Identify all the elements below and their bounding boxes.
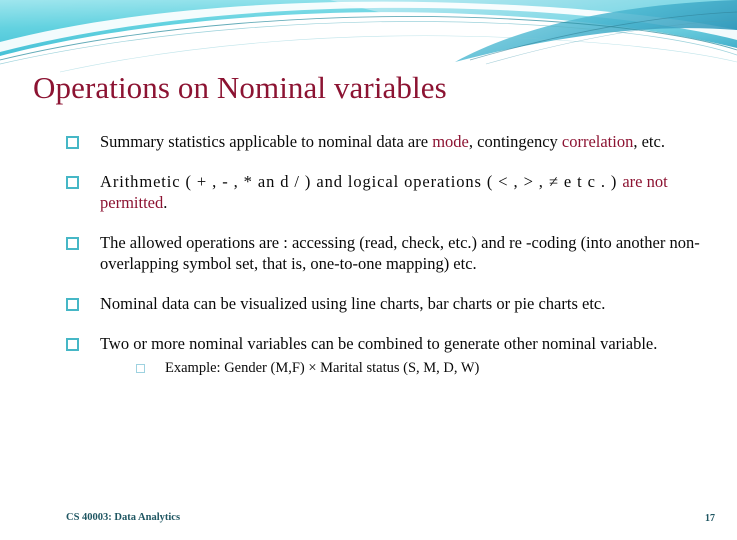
square-bullet-icon bbox=[66, 237, 79, 250]
footer-page-number: 17 bbox=[705, 513, 715, 524]
square-bullet-icon-small bbox=[136, 364, 145, 373]
text-run-accent: correlation bbox=[561, 132, 634, 151]
list-item: The allowed operations are : accessing (… bbox=[66, 232, 721, 274]
text-run: , contingency bbox=[468, 132, 562, 151]
list-item: Summary statistics applicable to nominal… bbox=[66, 131, 721, 152]
square-bullet-icon bbox=[66, 176, 79, 189]
text-run-accent: mode bbox=[432, 132, 469, 151]
page-title: Operations on Nominal variables bbox=[33, 70, 447, 105]
list-item-text: The allowed operations are : accessing (… bbox=[100, 233, 700, 273]
list-item: Two or more nominal variables can be com… bbox=[66, 333, 721, 378]
list-item-text: Summary statistics applicable to nominal… bbox=[100, 131, 721, 152]
list-item: Arithmetic ( + , - , * an d / ) and logi… bbox=[66, 171, 721, 213]
slide-footer: CS 40003: Data Analytics 17 bbox=[0, 511, 737, 531]
header-wave-graphic bbox=[0, 0, 737, 78]
list-item-text: Two or more nominal variables can be com… bbox=[100, 334, 658, 353]
square-bullet-icon bbox=[66, 136, 79, 149]
presentation-slide: Operations on Nominal variables Summary … bbox=[0, 0, 737, 540]
list-item-text: Nominal data can be visualized using lin… bbox=[100, 294, 606, 313]
list-item-text: Arithmetic ( + , - , * an d / ) and logi… bbox=[100, 171, 721, 213]
square-bullet-icon bbox=[66, 338, 79, 351]
sub-list-item-text: Example: Gender (M,F) × Marital status (… bbox=[165, 360, 480, 376]
bullet-list: Summary statistics applicable to nominal… bbox=[66, 131, 721, 397]
square-bullet-icon bbox=[66, 298, 79, 311]
footer-course-label: CS 40003: Data Analytics bbox=[66, 512, 181, 523]
text-run: . bbox=[163, 193, 168, 212]
list-item: Nominal data can be visualized using lin… bbox=[66, 293, 721, 314]
text-run-operators: Arithmetic ( + , - , * an d / ) and logi… bbox=[100, 172, 623, 191]
header-decoration bbox=[0, 0, 737, 78]
text-run: Summary statistics applicable to nominal… bbox=[100, 132, 433, 151]
text-run: , etc. bbox=[633, 132, 665, 151]
sub-list-item: Example: Gender (M,F) × Marital status (… bbox=[136, 359, 721, 378]
